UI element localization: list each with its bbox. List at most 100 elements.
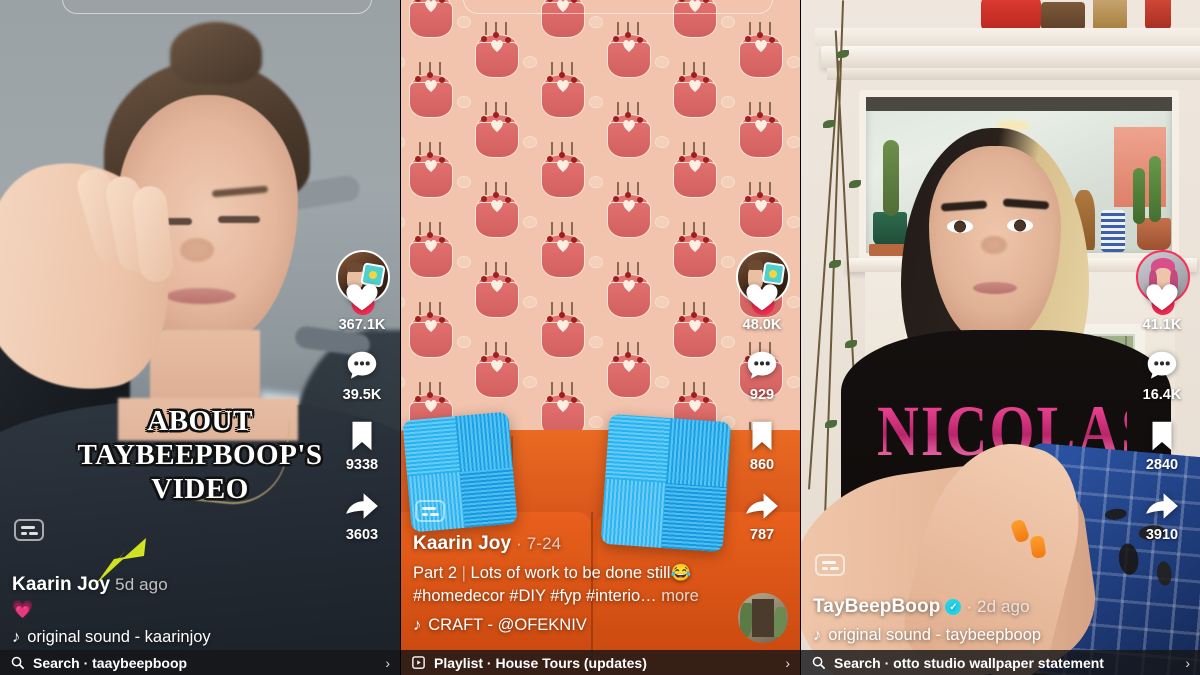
closed-caption-icon[interactable] — [815, 554, 845, 576]
wallpaper-shell-motif — [655, 216, 669, 228]
share-button[interactable]: 3603 — [343, 487, 381, 543]
like-button[interactable]: 367.1K — [338, 277, 386, 333]
bookmark-count: 9338 — [345, 457, 379, 473]
wallpaper-cake-motif — [537, 300, 589, 362]
chevron-right-icon: › — [785, 654, 790, 671]
wallpaper-cake-motif — [405, 60, 457, 122]
like-button[interactable]: 48.0K — [742, 277, 782, 333]
sound-row[interactable]: ♪ original sound - taybeepboop — [813, 626, 1041, 645]
like-count: 48.0K — [742, 317, 782, 333]
wallpaper-shell-motif — [655, 376, 669, 388]
wallpaper-shell-motif — [721, 256, 735, 268]
caption-hashtags[interactable]: #homedecor #DIY #fyp #interio… — [413, 587, 657, 605]
caption-separator: | — [461, 564, 466, 582]
like-button[interactable]: 41.1K — [1142, 277, 1182, 333]
bookmark-icon — [752, 421, 772, 451]
wallpaper-shell-motif — [721, 16, 735, 28]
wallpaper-cake-motif — [603, 340, 655, 402]
action-rail-middle: 48.0K 929 860 787 — [730, 277, 794, 557]
sound-row[interactable]: ♪ CRAFT - @OFEKNIV — [413, 616, 699, 635]
comment-icon — [347, 351, 377, 379]
bottom-playlist-bar-middle[interactable]: Playlist · House Tours (updates) › — [401, 650, 800, 675]
music-note-icon: ♪ — [413, 616, 422, 634]
caption-emoji: 💗 — [12, 600, 34, 619]
wallpaper-cake-motif — [735, 100, 787, 162]
comment-button[interactable]: 16.4K — [1143, 347, 1181, 403]
chevron-right-icon: › — [1185, 654, 1190, 671]
share-arrow-icon — [746, 493, 778, 519]
sound-label: original sound - kaarinjoy — [27, 628, 211, 646]
like-count: 367.1K — [338, 317, 386, 333]
wallpaper-cake-motif — [603, 20, 655, 82]
search-icon — [11, 656, 24, 669]
playlist-icon — [412, 656, 425, 669]
wallpaper-shell-motif — [523, 376, 537, 388]
wallpaper-cake-motif — [603, 260, 655, 322]
wallpaper-shell-motif — [589, 416, 603, 428]
bottom-search-bar-right[interactable]: Search · otto studio wallpaper statement… — [801, 650, 1200, 675]
wallpaper-cake-motif — [405, 140, 457, 202]
search-icon — [812, 656, 825, 669]
wallpaper-shell-motif — [457, 16, 471, 28]
share-arrow-icon — [346, 493, 378, 519]
bottom-bar-label: Search · taaybeepboop — [33, 654, 188, 671]
author-username[interactable]: Kaarin Joy 5d ago — [12, 574, 211, 596]
wallpaper-shell-motif — [787, 216, 800, 228]
action-rail-left: 367.1K 39.5K 9338 3603 — [330, 277, 394, 557]
wallpaper-shell-motif — [523, 216, 537, 228]
wallpaper-shell-motif — [721, 96, 735, 108]
wallpaper-shell-motif — [787, 136, 800, 148]
video-panel-right[interactable]: NICOLAS TayBeepBoop ✓ · 2d ago ♪ origina… — [800, 0, 1200, 675]
wallpaper-shell-motif — [787, 56, 800, 68]
bookmark-button[interactable]: 9338 — [343, 417, 381, 473]
video-panel-middle[interactable]: Kaarin Joy · 7-24 Part 2 | Lots of work … — [400, 0, 800, 675]
sound-album-art[interactable] — [738, 593, 788, 643]
wallpaper-shell-motif — [523, 136, 537, 148]
video-meta-left: Kaarin Joy 5d ago 💗 ♪ original sound - k… — [12, 574, 211, 647]
wallpaper-cake-motif — [603, 100, 655, 162]
wallpaper-shell-motif — [655, 296, 669, 308]
wallpaper-cake-motif — [471, 260, 523, 322]
comment-button[interactable]: 929 — [743, 347, 781, 403]
bottom-search-bar-left[interactable]: Search · taaybeepboop › — [0, 650, 400, 675]
closed-caption-icon[interactable] — [415, 500, 445, 522]
wallpaper-cake-motif — [735, 20, 787, 82]
music-note-icon: ♪ — [813, 626, 822, 644]
caption-more-link[interactable]: more — [661, 587, 699, 605]
video-panel-left[interactable]: ABOUT TAYBEEPBOOP'S VIDEO Kaarin Joy 5d … — [0, 0, 400, 675]
video-caption[interactable]: Part 2 | Lots of work to be done still😂 … — [413, 562, 699, 608]
wallpaper-cake-motif — [471, 340, 523, 402]
wallpaper-cake-motif — [537, 220, 589, 282]
comment-button[interactable]: 39.5K — [343, 347, 381, 403]
wallpaper-shell-motif — [457, 336, 471, 348]
search-pill-cutoff[interactable] — [62, 0, 372, 14]
share-count: 3910 — [1145, 527, 1179, 543]
search-pill-cutoff[interactable] — [463, 0, 773, 14]
heart-icon — [746, 284, 778, 311]
wallpaper-shell-motif — [721, 176, 735, 188]
wallpaper-cake-motif — [405, 220, 457, 282]
three-panel-video-grid: ABOUT TAYBEEPBOOP'S VIDEO Kaarin Joy 5d … — [0, 0, 1200, 675]
wallpaper-shell-motif — [523, 296, 537, 308]
bottom-bar-label: Playlist · House Tours (updates) — [434, 654, 647, 671]
heart-icon — [346, 284, 378, 311]
sound-row[interactable]: ♪ original sound - kaarinjoy — [12, 628, 211, 647]
caption-text: Lots of work to be done still😂 — [470, 564, 692, 582]
wallpaper-shell-motif — [457, 256, 471, 268]
closed-caption-icon[interactable] — [14, 519, 44, 541]
wallpaper-shell-motif — [589, 256, 603, 268]
bookmark-icon — [352, 421, 372, 451]
author-username[interactable]: Kaarin Joy · 7-24 — [413, 533, 699, 555]
bookmark-button[interactable]: 860 — [743, 417, 781, 473]
heart-icon — [1146, 284, 1178, 311]
share-button[interactable]: 787 — [743, 487, 781, 543]
author-username[interactable]: TayBeepBoop ✓ · 2d ago — [813, 596, 1041, 618]
like-count: 41.1K — [1142, 317, 1182, 333]
share-button[interactable]: 3910 — [1143, 487, 1181, 543]
chevron-right-icon: › — [385, 654, 390, 671]
wallpaper-cake-motif — [537, 60, 589, 122]
video-meta-middle: Kaarin Joy · 7-24 Part 2 | Lots of work … — [413, 533, 699, 635]
bookmark-button[interactable]: 2840 — [1143, 417, 1181, 473]
timestamp: 5d ago — [115, 575, 168, 594]
wallpaper-cake-motif — [471, 180, 523, 242]
